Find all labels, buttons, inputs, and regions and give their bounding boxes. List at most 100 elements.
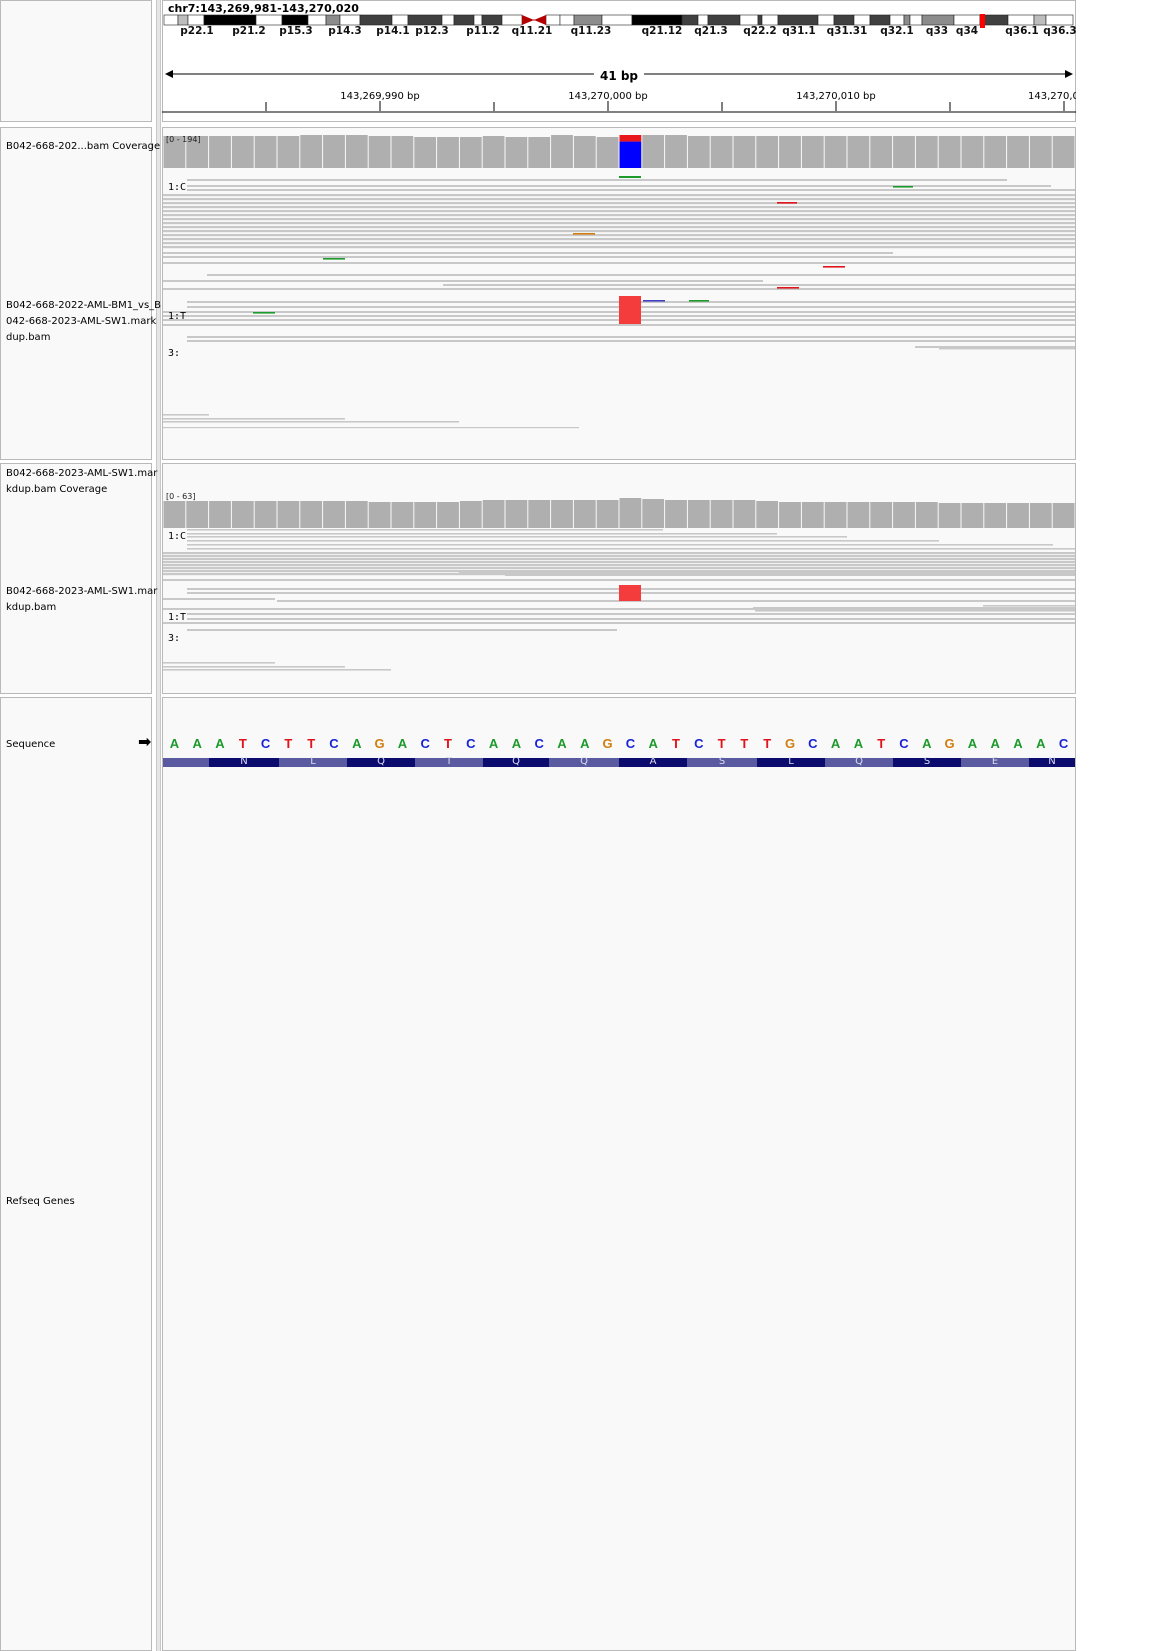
amino-acid-letter: S (923, 756, 931, 767)
coverage-bar (231, 136, 254, 168)
bam2-coverage-bars[interactable] (163, 492, 1075, 528)
bam2-coverage-track[interactable]: [0 - 63] (163, 492, 1075, 528)
read (755, 610, 1075, 612)
panel-divider[interactable] (156, 0, 161, 1651)
bam1-coverage-track[interactable]: [0 - 194] (163, 132, 1075, 168)
coverage-bar (414, 137, 437, 168)
ideogram-band (545, 14, 561, 26)
mismatch-mark (643, 300, 665, 302)
read (187, 185, 1051, 187)
read (187, 540, 939, 542)
coverage-bar (482, 500, 505, 528)
refseq-label[interactable]: Refseq Genes (6, 1194, 75, 1210)
ruler[interactable] (162, 100, 1076, 114)
amino-acid-letter: Q (377, 756, 385, 767)
sequence-base: G (374, 736, 385, 751)
coverage-bar (824, 136, 847, 168)
bam2-reads[interactable] (163, 528, 1075, 692)
coverage-bar (733, 500, 756, 528)
read (753, 607, 1075, 609)
sequence-base: A (488, 736, 499, 751)
sequence-base: C (899, 736, 909, 751)
ideogram-band (853, 14, 871, 26)
span-label: 41 bp (593, 69, 645, 83)
band-label: p11.2 (466, 25, 500, 37)
read (163, 421, 459, 423)
bam1-alignment-track[interactable]: 1:C 1:T 3: (163, 176, 1075, 458)
bam2-alignment-track[interactable]: 1:C 1:T 3: (163, 528, 1075, 692)
amino-acid: Q (483, 756, 549, 767)
read (163, 218, 1075, 221)
ideogram-band (453, 14, 475, 26)
coverage-bar (847, 136, 870, 168)
coverage-bar (231, 501, 254, 528)
read (187, 340, 1075, 342)
sequence-base: G (784, 736, 796, 751)
bam2-alignment-label[interactable]: B042-668-2023-AML-SW1.markdup.bam (6, 584, 162, 616)
bam1-coverage-bars[interactable] (163, 132, 1075, 168)
read (163, 666, 345, 668)
variant-t-allele (619, 296, 641, 324)
ideogram-band (921, 14, 955, 26)
coverage-bar (300, 501, 323, 528)
band-label: p14.3 (328, 25, 362, 37)
bam1-group-label: 3: (168, 348, 181, 359)
amino-acid-letter: S (718, 756, 726, 767)
read (163, 214, 1075, 217)
read (915, 346, 1075, 348)
read (163, 564, 1075, 567)
read (983, 605, 1075, 607)
read (207, 274, 1075, 276)
coverage-bar (801, 502, 824, 528)
amino-acid: E (961, 756, 1029, 767)
amino-acid-letter: L (310, 756, 316, 767)
bam1-reads[interactable] (163, 176, 1075, 458)
coverage-bar (459, 137, 482, 168)
bam2-coverage-range: [0 - 63] (166, 492, 196, 501)
ideogram-band (889, 14, 905, 26)
ideogram-band (573, 14, 603, 26)
coverage-bar (687, 500, 710, 528)
read (163, 206, 1075, 209)
sequence-base: C (808, 736, 818, 751)
coverage-bar (893, 136, 915, 168)
sequence-base: T (284, 736, 293, 751)
ideogram-band (833, 14, 855, 26)
sequence-base: A (192, 736, 202, 751)
coverage-bar (619, 498, 642, 528)
sequence-base: C (329, 736, 339, 751)
read (163, 662, 275, 664)
read (187, 536, 847, 538)
amino-acid-letter: N (1048, 756, 1056, 767)
read (163, 262, 1075, 264)
coverage-bar (687, 136, 710, 168)
bam1-coverage-label[interactable]: B042-668-202...bam Coverage (6, 139, 160, 155)
read (187, 629, 617, 631)
read (163, 552, 1075, 555)
sequence-base: A (557, 736, 567, 751)
band-label: q21.3 (694, 25, 728, 37)
read (163, 242, 1075, 245)
sequence-base: T (740, 736, 749, 751)
sequence-base: A (830, 736, 841, 751)
coverage-bar (665, 500, 687, 528)
sequence-label[interactable]: Sequence (6, 737, 55, 753)
header-label-pane (0, 0, 152, 122)
strand-arrow-icon[interactable]: ➡ (138, 732, 151, 751)
ideogram-band (953, 14, 981, 26)
read (505, 574, 1075, 576)
coverage-bar (163, 501, 186, 528)
coverage-bar (847, 502, 870, 528)
coverage-bar (573, 500, 596, 528)
coverage-bar (277, 136, 300, 168)
mismatch-mark (323, 258, 345, 260)
bam2-group-label: 1:C (168, 531, 187, 542)
bam2-group-label: 1:T (168, 612, 187, 623)
bam1-alignment-label[interactable]: B042-668-2022-AML-BM1_vs_B042-668-2023-A… (6, 298, 162, 346)
ideogram-band (255, 14, 283, 26)
bam2-coverage-label[interactable]: B042-668-2023-AML-SW1.markdup.bam Covera… (6, 466, 162, 498)
ideogram-band (601, 14, 633, 26)
read (163, 567, 1075, 570)
coverage-bar (528, 137, 551, 168)
coverage-bar (528, 500, 551, 528)
